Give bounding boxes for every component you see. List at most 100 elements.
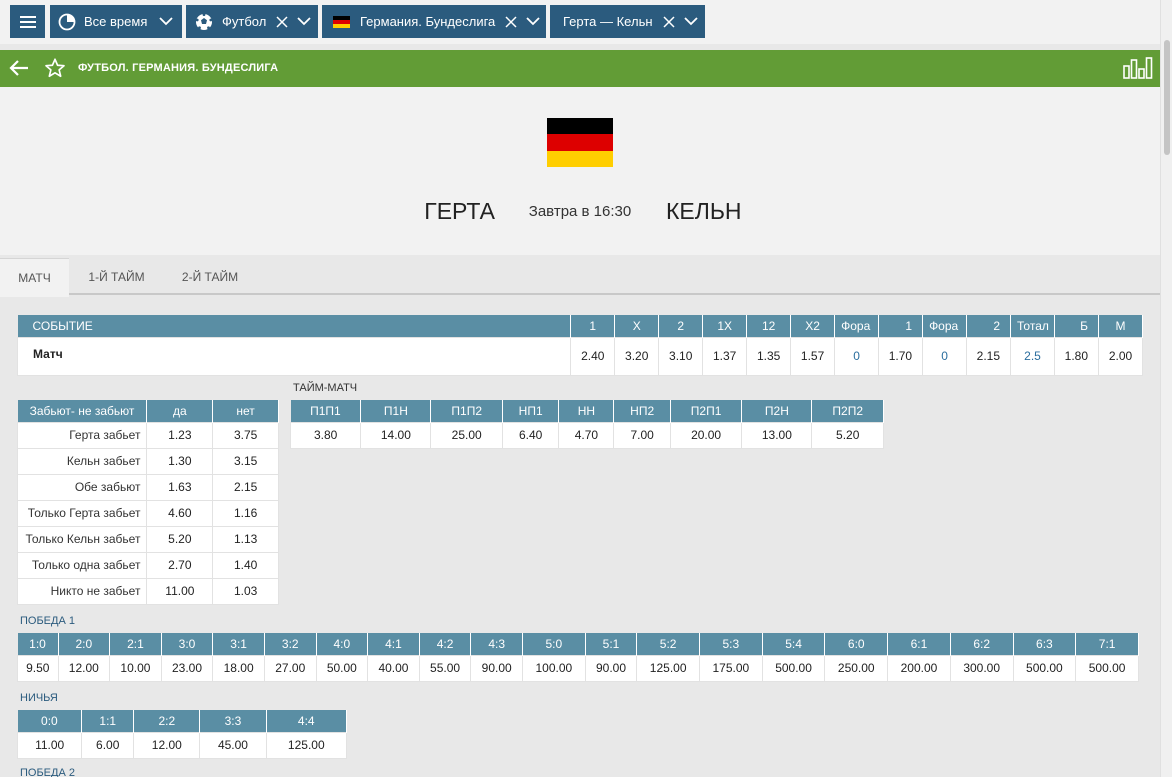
odds-cell[interactable]: 1.40 xyxy=(212,551,279,579)
odds-cell[interactable]: 500.00 xyxy=(1075,654,1139,682)
odds-cell[interactable]: 300.00 xyxy=(949,654,1014,682)
odds-cell[interactable]: 20.00 xyxy=(669,421,743,449)
odds-cell[interactable]: 25.00 xyxy=(430,421,503,449)
odds-cell[interactable]: 90.00 xyxy=(470,654,523,682)
odds-cell[interactable]: 45.00 xyxy=(199,731,267,759)
column-header: НП1 xyxy=(502,400,560,422)
odds-cell[interactable]: 3.75 xyxy=(212,421,279,449)
tab-second-half[interactable]: 2-Й ТАЙМ xyxy=(164,258,256,295)
column-header: Забьют- не забьют xyxy=(17,400,148,422)
match-filter[interactable]: Герта — Кельн xyxy=(550,5,705,38)
odds-cell[interactable]: 2.15 xyxy=(212,473,279,501)
chevron-down-icon[interactable] xyxy=(294,17,314,26)
column-header: X xyxy=(614,315,660,337)
odds-cell[interactable]: 3.80 xyxy=(289,421,362,449)
odds-cell[interactable]: 1.35 xyxy=(746,336,792,376)
tab-match[interactable]: МАТЧ xyxy=(0,258,69,297)
odds-cell[interactable]: 4.60 xyxy=(146,499,214,527)
odds-cell[interactable]: 10.00 xyxy=(109,654,162,682)
league-filter[interactable]: Германия. Бундеслига xyxy=(322,5,546,38)
odds-cell[interactable]: 3.20 xyxy=(614,336,660,376)
odds-cell[interactable]: 1.57 xyxy=(790,336,836,376)
column-header: П1Н xyxy=(360,400,432,422)
odds-cell[interactable]: 1.37 xyxy=(702,336,748,376)
odds-cell[interactable]: 3.15 xyxy=(212,447,279,475)
column-header: нет xyxy=(212,400,279,422)
statistics-icon[interactable] xyxy=(1122,56,1154,80)
odds-cell[interactable]: 27.00 xyxy=(263,654,317,682)
chevron-down-icon[interactable] xyxy=(156,17,176,26)
star-icon[interactable] xyxy=(44,57,66,79)
column-header: П1П2 xyxy=(430,400,503,422)
odds-cell[interactable]: 100.00 xyxy=(521,654,586,682)
odds-cell[interactable]: 2.70 xyxy=(146,551,214,579)
odds-cell[interactable]: 1.80 xyxy=(1054,336,1099,376)
odds-cell[interactable]: 6.00 xyxy=(81,731,135,759)
odds-cell[interactable]: 5.20 xyxy=(146,525,214,553)
time-filter[interactable]: Все время xyxy=(50,5,182,38)
chevron-down-icon[interactable] xyxy=(523,17,543,26)
odds-cell[interactable]: 500.00 xyxy=(761,654,826,682)
close-icon[interactable] xyxy=(661,15,677,28)
odds-cell[interactable]: 1.70 xyxy=(878,336,924,376)
odds-cell[interactable]: 9.50 xyxy=(17,654,59,682)
table-row: Никто не забьет 11.00 1.03 xyxy=(16,577,279,605)
period-tabs: МАТЧ 1-Й ТАЙМ 2-Й ТАЙМ xyxy=(0,255,1160,297)
column-header: 4:3 xyxy=(470,633,523,655)
match-header: ГЕРТА Завтра в 16:30 КЕЛЬН xyxy=(0,87,1160,255)
column-header: П1П1 xyxy=(290,400,362,422)
odds-cell[interactable]: 200.00 xyxy=(887,654,951,682)
column-header: да xyxy=(146,400,214,422)
table-row: Только Кельн забьет 5.20 1.13 xyxy=(16,525,279,553)
odds-cell[interactable]: 125.00 xyxy=(636,654,700,682)
odds-cell[interactable]: 1.23 xyxy=(146,421,214,449)
odds-cell[interactable]: 6.40 xyxy=(501,421,560,449)
odds-cell[interactable]: 11.00 xyxy=(16,731,83,759)
odds-cell[interactable]: 500.00 xyxy=(1012,654,1077,682)
odds-cell[interactable]: 12.00 xyxy=(133,731,201,759)
odds-cell[interactable]: 2.40 xyxy=(570,336,616,376)
odds-cell[interactable]: 1.16 xyxy=(212,499,279,527)
win1-score-table: 1:0 2:0 2:1 3:0 3:1 3:2 4:0 4:1 4:2 4:3 5:0 5:1 5:2 5… xyxy=(17,633,1139,682)
scrollbar[interactable] xyxy=(1160,0,1172,777)
odds-cell[interactable]: 40.00 xyxy=(367,654,420,682)
odds-cell[interactable]: 18.00 xyxy=(212,654,265,682)
odds-cell[interactable]: 1.13 xyxy=(212,525,279,553)
odds-cell[interactable]: 4.70 xyxy=(558,421,615,449)
back-arrow-icon[interactable] xyxy=(8,58,30,78)
odds-cell[interactable]: 2.15 xyxy=(966,336,1012,376)
odds-cell[interactable]: 2.00 xyxy=(1098,336,1143,376)
odds-cell[interactable]: 11.00 xyxy=(146,577,214,605)
menu-button[interactable] xyxy=(10,5,45,38)
odds-cell[interactable]: 1.30 xyxy=(146,447,214,475)
odds-cell[interactable]: 5.20 xyxy=(811,421,884,449)
odds-cell[interactable]: 14.00 xyxy=(360,421,432,449)
chevron-down-icon[interactable] xyxy=(681,17,701,26)
scrollbar-thumb[interactable] xyxy=(1164,40,1170,155)
close-icon[interactable] xyxy=(274,15,290,28)
column-header: 5:4 xyxy=(762,633,826,655)
odds-cell[interactable]: 175.00 xyxy=(699,654,763,682)
odds-cell[interactable]: 125.00 xyxy=(265,731,348,759)
odds-cell[interactable]: 13.00 xyxy=(741,421,813,449)
odds-cell[interactable]: 7.00 xyxy=(613,421,671,449)
sport-filter[interactable]: Футбол xyxy=(186,5,318,38)
main-odds-table: СОБЫТИЕ 1 X 2 1X 12 X2 Фора 1 Фора 2 Тот… xyxy=(16,315,1143,376)
breadcrumb[interactable]: ФУТБОЛ. ГЕРМАНИЯ. БУНДЕСЛИГА xyxy=(78,62,278,74)
odds-cell[interactable]: 3.10 xyxy=(658,336,704,376)
odds-cell[interactable]: 90.00 xyxy=(584,654,638,682)
odds-cell[interactable]: 1.03 xyxy=(212,577,279,605)
tab-first-half[interactable]: 1-Й ТАЙМ xyxy=(69,258,164,295)
odds-cell[interactable]: 250.00 xyxy=(824,654,889,682)
table-row: Матч 2.40 3.20 3.10 1.37 1.35 1.57 0 1.7… xyxy=(16,336,1143,376)
column-header: 1 xyxy=(570,315,616,337)
germany-flag-icon xyxy=(322,15,360,28)
close-icon[interactable] xyxy=(503,15,519,28)
odds-cell[interactable]: 12.00 xyxy=(57,654,111,682)
odds-cell[interactable]: 55.00 xyxy=(418,654,472,682)
column-header: 3:1 xyxy=(212,633,265,655)
odds-cell[interactable]: 50.00 xyxy=(315,654,369,682)
odds-cell[interactable]: 23.00 xyxy=(160,654,214,682)
column-header: 6:1 xyxy=(887,633,951,655)
odds-cell[interactable]: 1.63 xyxy=(146,473,214,501)
